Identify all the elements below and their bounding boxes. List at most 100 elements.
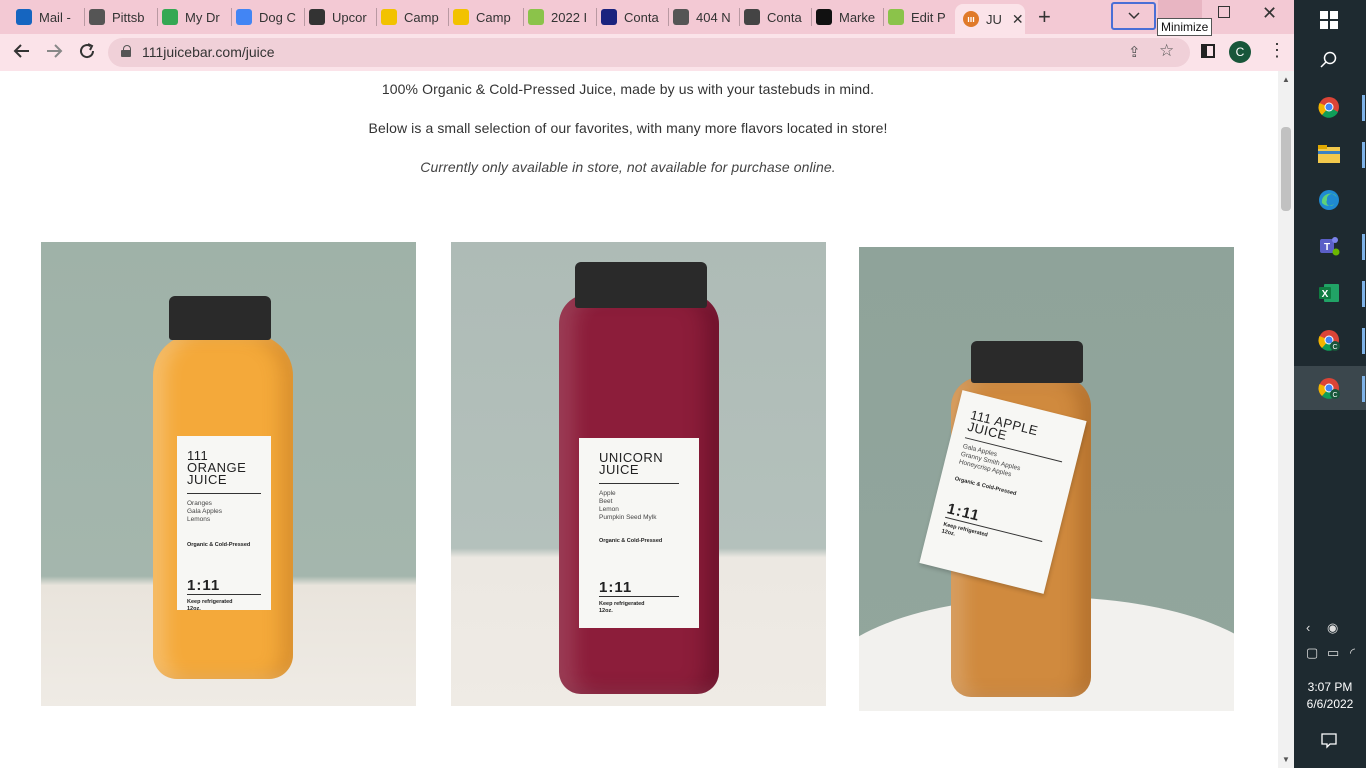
tab-label: Camp [404, 9, 439, 25]
scroll-thumb[interactable] [1281, 127, 1291, 211]
tab-label: 2022 I [551, 9, 588, 25]
tab-separator [231, 8, 232, 26]
share-icon[interactable]: ⇪ [1128, 43, 1141, 61]
reload-button[interactable] [78, 42, 96, 63]
tab-separator [84, 8, 85, 26]
file-explorer-icon[interactable] [1317, 142, 1341, 166]
bookmark-star-icon[interactable]: ☆ [1159, 41, 1174, 61]
forward-button[interactable] [45, 42, 63, 63]
juicebar-icon: ııı [963, 11, 979, 27]
back-button[interactable] [13, 42, 31, 63]
tab-item[interactable]: Camp [453, 6, 519, 28]
product-photo-apple[interactable]: 111 APPLE JUICE Gala Apples Granny Smith… [859, 247, 1234, 711]
lock-icon [121, 45, 131, 57]
tab-item[interactable]: Dog C [236, 6, 302, 28]
organic-badge: Organic & Cold-Pressed [187, 542, 251, 548]
record-icon[interactable]: ◉ [1327, 620, 1338, 636]
url-text[interactable]: 111juicebar.com/juice [142, 44, 275, 60]
tab-item[interactable]: Upcor [309, 6, 375, 28]
scroll-down-icon[interactable]: ▼ [1282, 755, 1290, 764]
new-tab-button[interactable]: + [1038, 6, 1051, 28]
chrome-profile-icon[interactable]: C [1317, 328, 1341, 352]
svg-text:C: C [1332, 344, 1337, 351]
tab-strip: Mail - Pittsb My Dr Dog C Upcor Camp Camp 2022 … [0, 0, 1294, 36]
ingredient: Pumpkin Seed Mylk [599, 514, 657, 521]
organic-badge: Organic & Cold-Pressed [599, 538, 663, 544]
tab-label: Conta [767, 9, 802, 25]
teams-icon[interactable]: T [1317, 234, 1341, 258]
windows-start-icon[interactable] [1317, 8, 1341, 32]
cap-apple [971, 341, 1083, 383]
bottle-size: 12oz. [599, 608, 613, 614]
tab-separator [668, 8, 669, 26]
clock-time[interactable]: 3:07 PM [1294, 680, 1366, 694]
taskbar-running-marker [1362, 281, 1365, 307]
ingredient: Gala Apples [187, 508, 223, 515]
tab-item[interactable]: Camp [381, 6, 447, 28]
windows-taskbar: T X C C ‹ ◉ ▢ ▭ ◜ 3:07 PM 6/6/2022 [1294, 0, 1366, 768]
product-photo-orange[interactable]: 111 ORANGE JUICE Oranges Gala Apples Lem… [41, 242, 416, 706]
page-viewport: 100% Organic & Cold-Pressed Juice, made … [0, 71, 1278, 768]
product-title: 111 ORANGE JUICE [187, 448, 247, 487]
meet-now-icon[interactable]: ▢ [1306, 645, 1318, 661]
address-bar[interactable]: 111juicebar.com/juice ⇪ ☆ [108, 38, 1190, 67]
label-orange: 111 ORANGE JUICE Oranges Gala Apples Lem… [177, 436, 271, 612]
tab-item[interactable]: Conta [601, 6, 667, 28]
tab-separator [739, 8, 740, 26]
taskbar-running-marker [1362, 328, 1365, 354]
tab-item[interactable]: Mail - [16, 6, 82, 28]
tab-separator [523, 8, 524, 26]
globe-icon [89, 9, 105, 25]
clock-date[interactable]: 6/6/2022 [1294, 697, 1366, 711]
google-drive-icon [162, 9, 178, 25]
forward-arrow-icon [47, 44, 63, 58]
yoast-icon [816, 9, 832, 25]
tab-separator [883, 8, 884, 26]
tray-chevron-icon[interactable]: ‹ [1306, 620, 1310, 635]
tab-separator [376, 8, 377, 26]
tab-search-button[interactable] [1111, 2, 1156, 30]
ingredient: Lemons [187, 516, 211, 523]
svg-text:C: C [1332, 392, 1337, 399]
sheets-icon [888, 9, 904, 25]
tab-item[interactable]: Conta [744, 6, 810, 28]
wifi-icon[interactable]: ◜ [1350, 645, 1355, 661]
tab-juicebar-active[interactable]: ııı JU ✕ [955, 4, 1025, 34]
bottle-size: 12oz. [187, 606, 201, 612]
product-photo-unicorn[interactable]: UNICORN JUICE Apple Beet Lemon Pumpkin S… [451, 242, 826, 706]
profile-avatar[interactable]: C [1229, 41, 1251, 63]
scroll-up-icon[interactable]: ▲ [1282, 75, 1290, 84]
restore-button[interactable] [1218, 6, 1230, 18]
taskbar-running-marker [1362, 234, 1365, 260]
chrome-profile-icon[interactable]: C [1317, 376, 1341, 400]
cap-unicorn [575, 262, 707, 308]
tab-item[interactable]: 2022 I [528, 6, 594, 28]
cap-orange [169, 296, 271, 340]
edge-icon[interactable] [1317, 188, 1341, 212]
side-panel-icon[interactable] [1201, 44, 1215, 58]
tab-item[interactable]: Pittsb [89, 6, 155, 28]
close-window-button[interactable]: ✕ [1262, 3, 1277, 24]
search-icon[interactable] [1317, 48, 1341, 72]
mailchimp-icon [453, 9, 469, 25]
kebab-menu-icon[interactable]: ⋮ [1268, 41, 1286, 59]
tab-label: Conta [624, 9, 659, 25]
tab-separator [304, 8, 305, 26]
notification-icon[interactable] [1317, 728, 1341, 752]
tab-item[interactable]: Edit P [888, 6, 954, 28]
close-tab-icon[interactable]: ✕ [1012, 11, 1024, 28]
outlook-icon [16, 9, 32, 25]
battery-icon[interactable]: ▭ [1327, 645, 1339, 661]
chrome-icon[interactable] [1317, 95, 1341, 119]
trello-icon [309, 9, 325, 25]
page-scrollbar[interactable]: ▲ ▼ [1278, 71, 1294, 768]
tab-item[interactable]: 404 N [673, 6, 739, 28]
tab-item[interactable]: Marke [816, 6, 882, 28]
globe-icon [673, 9, 689, 25]
tab-label: Upcor [332, 9, 367, 25]
excel-icon[interactable]: X [1317, 281, 1341, 305]
tab-item[interactable]: My Dr [162, 6, 228, 28]
ingredient: Lemon [599, 506, 619, 513]
minimize-button[interactable] [1158, 0, 1202, 20]
tab-label: My Dr [185, 9, 220, 25]
